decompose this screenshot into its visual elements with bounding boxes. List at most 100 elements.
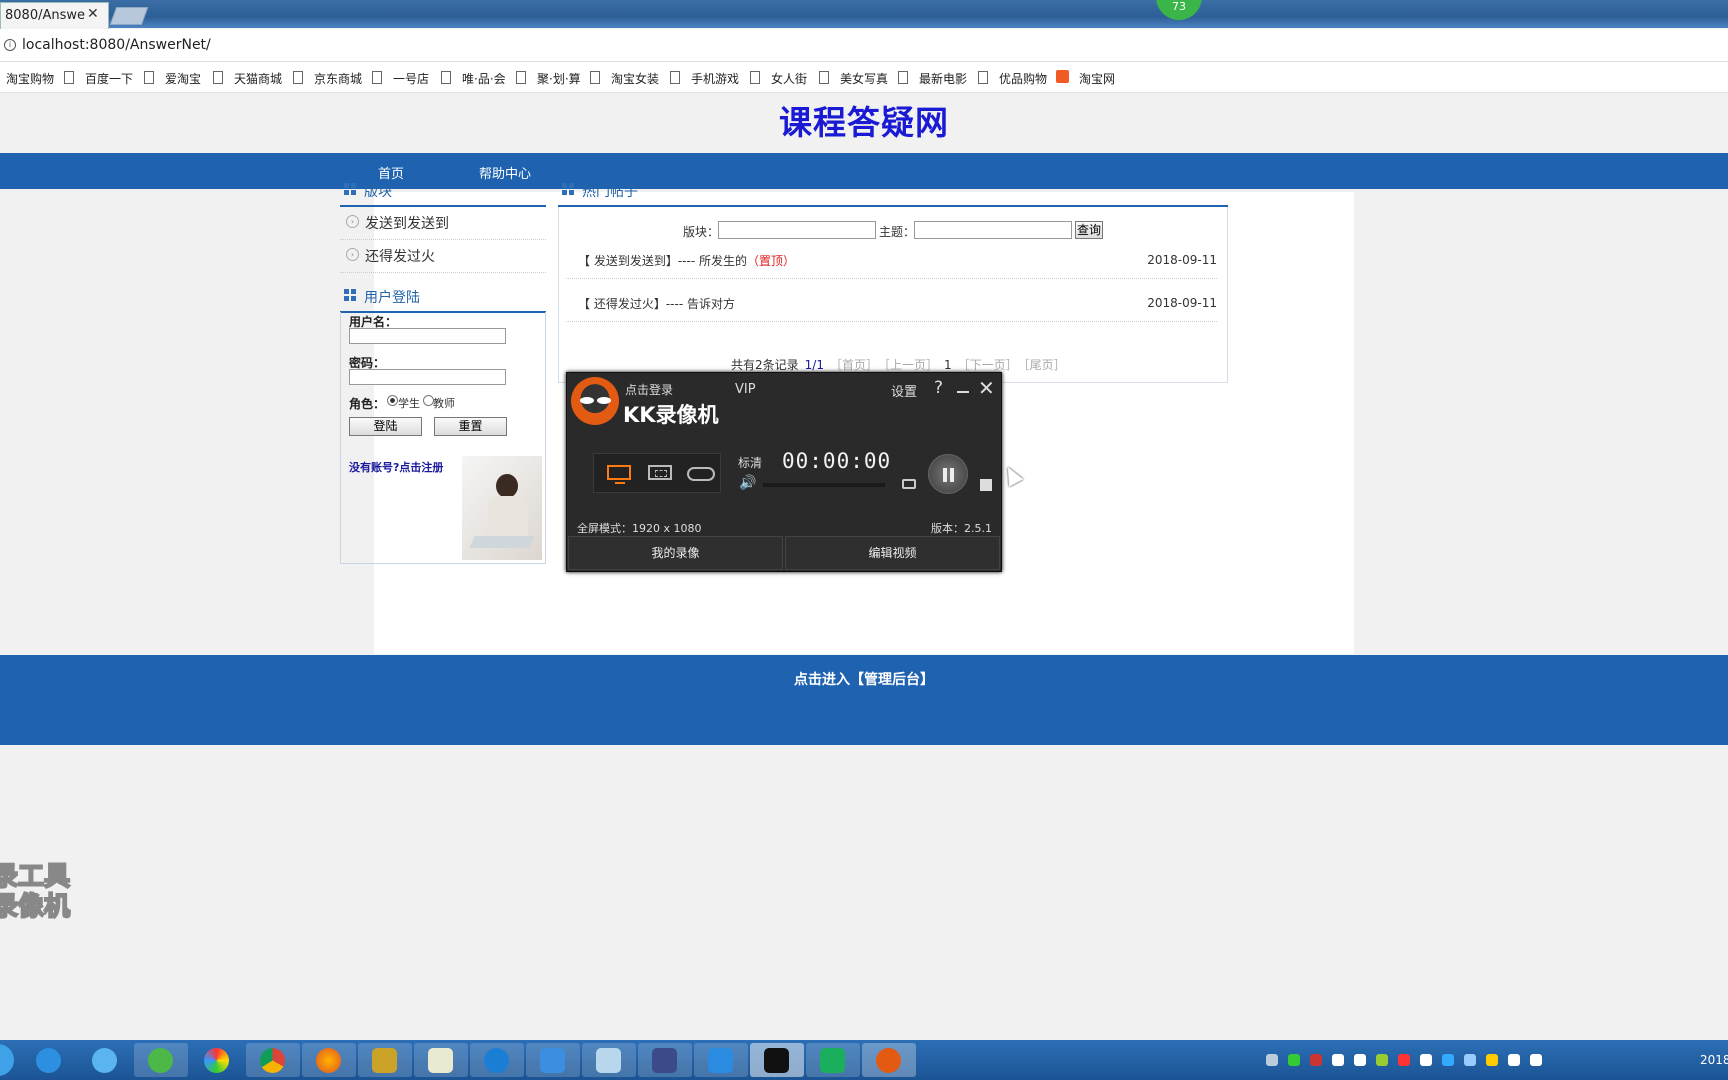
tab-close-icon[interactable]: ✕	[87, 6, 99, 22]
register-link[interactable]: 没有账号?点击注册	[349, 459, 443, 475]
new-tab-button[interactable]	[109, 7, 149, 25]
tab-title: 8080/Answer	[5, 8, 85, 23]
kk-logo-eye	[597, 397, 611, 404]
address-bar[interactable]: i localhost:8080/AnswerNet/	[0, 29, 1728, 62]
taskbar-app[interactable]	[414, 1043, 468, 1077]
post-title[interactable]: 【 发送到发送到】---- 所发生的（置顶）	[578, 252, 795, 269]
query-button[interactable]: 查询	[1075, 221, 1103, 239]
role-student-radio[interactable]	[387, 395, 398, 406]
bookmark[interactable]: 手机游戏	[691, 70, 739, 87]
bookmark[interactable]: 聚·划·算	[537, 70, 581, 87]
kk-close-icon[interactable]: ✕	[978, 376, 995, 400]
taskbar-app[interactable]	[358, 1043, 412, 1077]
bookmark[interactable]: 天猫商城	[234, 70, 282, 87]
bookmark[interactable]: 百度一下	[85, 70, 133, 87]
tray-notification-icon[interactable]	[1354, 1054, 1366, 1066]
tray-app-icon[interactable]	[1464, 1054, 1476, 1066]
bookmark[interactable]: 淘宝购物	[6, 70, 54, 87]
admin-link[interactable]: 点击进入【管理后台】	[0, 669, 1728, 689]
taskbar-app[interactable]	[526, 1043, 580, 1077]
tray-app-icon[interactable]	[1442, 1054, 1454, 1066]
first-page-link[interactable]: ［首页］	[830, 358, 878, 372]
stop-button[interactable]	[980, 479, 992, 491]
pause-button[interactable]	[928, 454, 968, 494]
post-row[interactable]: 【 还得发过火】---- 告诉对方 2018-09-11	[566, 287, 1217, 322]
post-subject[interactable]: 所发生的	[699, 254, 747, 268]
kk-vip-link[interactable]: VIP	[735, 382, 756, 397]
url-text[interactable]: localhost:8080/AnswerNet/	[22, 37, 211, 53]
post-title[interactable]: 【 还得发过火】---- 告诉对方	[578, 295, 735, 312]
bookmark[interactable]: 美女写真	[840, 70, 888, 87]
start-button[interactable]	[0, 1044, 14, 1076]
post-date: 2018-09-11	[1147, 296, 1217, 310]
tray-window-icon[interactable]	[1332, 1054, 1344, 1066]
tray-360-icon[interactable]	[1288, 1054, 1300, 1066]
taskbar-app[interactable]	[694, 1043, 748, 1077]
last-page-link[interactable]: ［尾页］	[1024, 358, 1066, 372]
taskbar-app[interactable]	[134, 1043, 188, 1077]
keyboard-icon[interactable]	[1266, 1054, 1278, 1066]
tray-app-icon[interactable]	[1376, 1054, 1388, 1066]
area-mode-icon[interactable]	[648, 465, 672, 480]
tray-app-icon[interactable]	[1398, 1054, 1410, 1066]
taskbar-clock[interactable]: 2018	[1700, 1053, 1728, 1067]
network-icon[interactable]	[1508, 1054, 1520, 1066]
board-item[interactable]: › 还得发过火	[340, 238, 546, 273]
board-item[interactable]: › 发送到发送到	[340, 205, 546, 240]
taskbar-app[interactable]	[862, 1043, 916, 1077]
taskbar-app[interactable]	[750, 1043, 804, 1077]
taskbar-app[interactable]	[582, 1043, 636, 1077]
topic-filter-input[interactable]	[914, 221, 1072, 239]
tray-wechat-icon[interactable]	[1486, 1054, 1498, 1066]
bookmark[interactable]: 淘宝女装	[611, 70, 659, 87]
post-board[interactable]: 【 还得发过火】	[578, 297, 666, 311]
fullscreen-mode-icon[interactable]	[607, 465, 631, 484]
tray-qq-icon[interactable]	[1420, 1054, 1432, 1066]
bookmark[interactable]: 女人街	[771, 70, 807, 87]
next-page-link[interactable]: ［下一页］	[958, 358, 1018, 372]
taskbar-app[interactable]	[638, 1043, 692, 1077]
camera-icon[interactable]	[902, 479, 916, 489]
post-board[interactable]: 【 发送到发送到】	[578, 254, 678, 268]
kk-settings-button[interactable]: 设置	[891, 381, 917, 400]
taskbar-app[interactable]	[190, 1043, 244, 1077]
kk-login-link[interactable]: 点击登录	[625, 381, 673, 398]
site-info-icon[interactable]: i	[4, 39, 16, 51]
browser-tab-active[interactable]: 8080/Answer ✕	[0, 2, 109, 29]
login-button[interactable]: 登陆	[349, 417, 422, 436]
my-recordings-button[interactable]: 我的录像	[568, 536, 783, 570]
taskbar-app[interactable]	[806, 1043, 860, 1077]
bookmark[interactable]: 优品购物	[999, 70, 1047, 87]
board-item-label[interactable]: 还得发过火	[365, 246, 435, 266]
speaker-icon[interactable]	[1530, 1054, 1542, 1066]
post-row[interactable]: 【 发送到发送到】---- 所发生的（置顶） 2018-09-11	[566, 244, 1217, 279]
bookmark[interactable]: 最新电影	[919, 70, 967, 87]
taskbar-app[interactable]	[246, 1043, 300, 1077]
reset-button[interactable]: 重置	[434, 417, 507, 436]
bookmark[interactable]: 淘宝网	[1079, 70, 1115, 87]
kk-quality-selector[interactable]: 标清	[738, 454, 762, 471]
kk-minimize-icon[interactable]	[957, 391, 969, 393]
bookmark[interactable]: 一号店	[393, 70, 429, 87]
taskbar-app[interactable]	[470, 1043, 524, 1077]
bookmark[interactable]: 京东商城	[314, 70, 362, 87]
username-input[interactable]	[349, 328, 506, 344]
volume-icon[interactable]: 🔊	[739, 475, 756, 491]
board-item-label[interactable]: 发送到发送到	[365, 213, 449, 233]
bookmark[interactable]: 唯·品·会	[462, 70, 506, 87]
prev-page-link[interactable]: ［上一页］	[884, 358, 938, 372]
game-mode-icon[interactable]	[687, 467, 715, 481]
board-filter-input[interactable]	[718, 221, 876, 239]
tray-security-icon[interactable]	[1310, 1054, 1322, 1066]
kk-help-icon[interactable]: ?	[934, 378, 943, 398]
bookmark[interactable]: 爱淘宝	[165, 70, 201, 87]
taskbar-app[interactable]	[78, 1043, 132, 1077]
volume-slider[interactable]	[763, 483, 885, 487]
taskbar-app[interactable]	[22, 1043, 76, 1077]
chrome-icon	[260, 1048, 285, 1073]
current-page[interactable]: 1	[944, 358, 952, 372]
password-input[interactable]	[349, 369, 506, 385]
post-subject[interactable]: 告诉对方	[687, 297, 735, 311]
edit-video-button[interactable]: 编辑视频	[785, 536, 1000, 570]
taskbar-app[interactable]	[302, 1043, 356, 1077]
